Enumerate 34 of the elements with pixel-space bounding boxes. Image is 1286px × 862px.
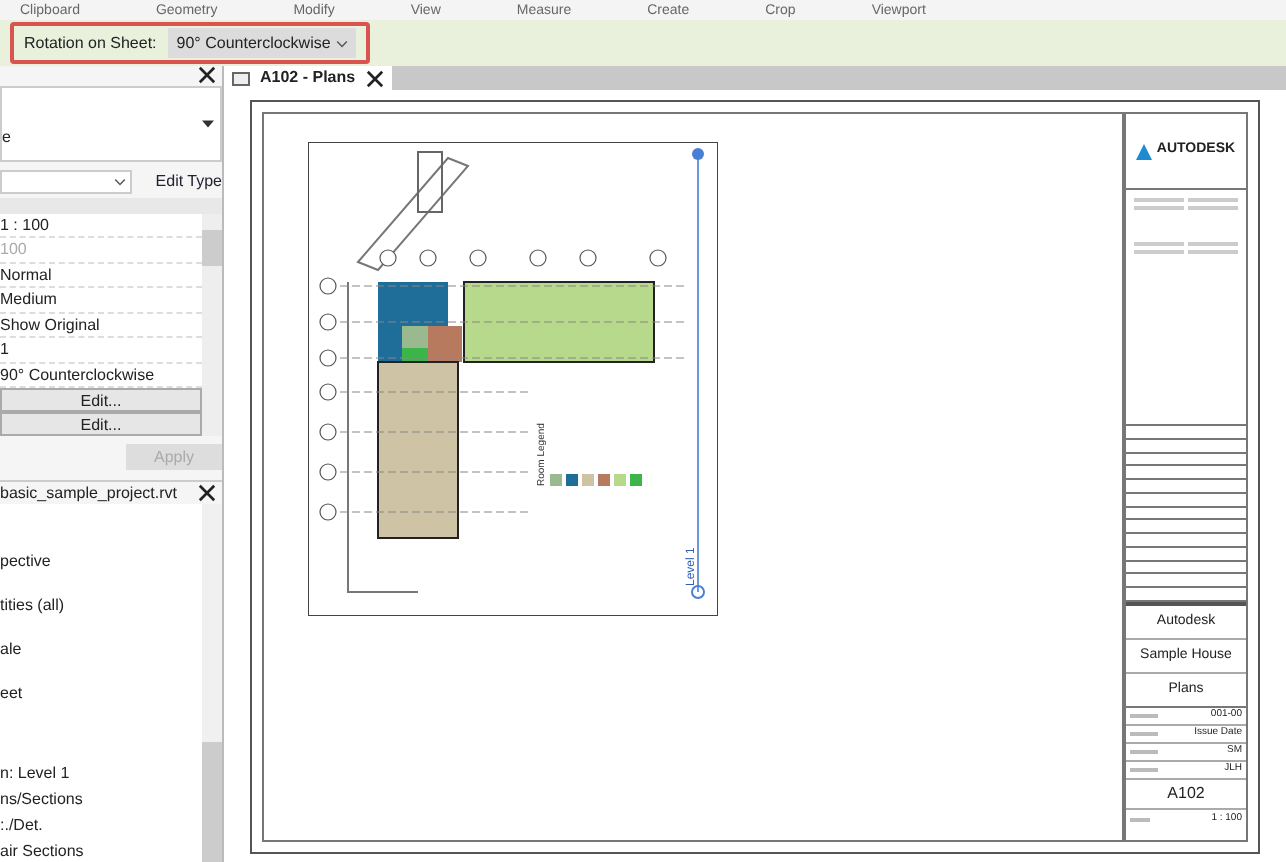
property-value[interactable]: 1 : 100 [0, 213, 202, 238]
dropdown-arrow-icon[interactable] [202, 120, 214, 128]
view-tab[interactable]: A102 - Plans [224, 66, 392, 90]
sheet-number: A102 [1126, 780, 1246, 810]
property-value[interactable]: 90° Counterclockwise [0, 363, 202, 388]
edit-type-button[interactable]: Edit Type [155, 169, 222, 193]
chevron-down-icon [114, 177, 126, 185]
type-selector[interactable]: e [0, 85, 222, 163]
property-value[interactable]: Normal [0, 263, 202, 288]
scrollbar[interactable] [202, 213, 222, 436]
type-name: e [2, 126, 11, 150]
browser-item[interactable]: tities (all) [0, 596, 202, 616]
edit-button[interactable]: Edit... [0, 412, 202, 436]
property-value[interactable]: Show Original [0, 313, 202, 338]
edit-button[interactable]: Edit... [0, 388, 202, 412]
triangle-logo-icon [1136, 143, 1153, 159]
browser-item[interactable]: ns/Sections [0, 790, 202, 810]
project-browser-title: basic_sample_project.rvt [0, 481, 177, 505]
property-value[interactable]: Medium [0, 288, 202, 313]
close-icon[interactable] [198, 66, 216, 85]
property-value[interactable]: 1 [0, 338, 202, 363]
close-icon[interactable] [365, 69, 384, 87]
rotation-dropdown[interactable]: 90° Counterclockwise [168, 28, 357, 58]
rotation-label: Rotation on Sheet: [24, 31, 157, 55]
sheet-icon [232, 71, 250, 85]
close-icon[interactable] [198, 484, 216, 502]
browser-item[interactable]: n: Level 1 [0, 764, 202, 784]
browser-item[interactable]: pective [0, 552, 202, 572]
chevron-down-icon [336, 39, 349, 47]
browser-item[interactable]: :./Det. [0, 816, 202, 836]
browser-item[interactable]: eet [0, 684, 202, 704]
scrollbar[interactable] [202, 504, 222, 862]
browser-item[interactable]: air Sections [0, 842, 202, 862]
browser-item[interactable]: ale [0, 640, 202, 660]
